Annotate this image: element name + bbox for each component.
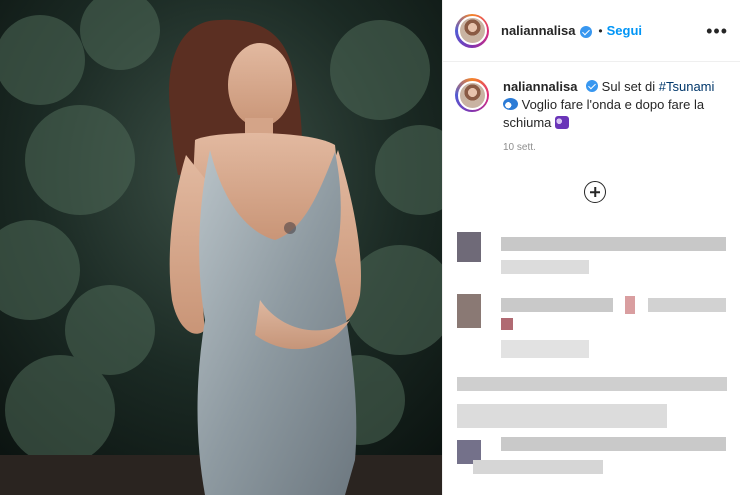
blurred-comment-line xyxy=(473,460,603,474)
blurred-comment-avatar xyxy=(457,232,481,262)
avatar-image xyxy=(457,16,487,45)
hashtag-link[interactable]: #Tsunami xyxy=(659,79,715,94)
blurred-comment-line xyxy=(501,237,726,251)
avatar[interactable] xyxy=(455,13,489,48)
blurred-comment-avatar xyxy=(457,294,481,328)
post-photo[interactable] xyxy=(0,0,442,495)
bubbles-emoji-icon xyxy=(555,116,570,129)
blurred-comment-line xyxy=(501,437,726,451)
photo-image xyxy=(0,0,442,495)
load-more-comments-icon[interactable] xyxy=(584,181,606,203)
instagram-post: naliannalisa • Segui ••• naliannalisa Su… xyxy=(0,0,740,495)
post-timestamp: 10 sett. xyxy=(503,142,536,153)
caption-verified-badge-icon xyxy=(586,80,599,92)
blurred-comment-line xyxy=(648,298,726,312)
caption-text: naliannalisa Sul set di #Tsunami Voglio … xyxy=(503,78,723,132)
verified-badge-icon xyxy=(580,25,593,38)
caption-username-link[interactable]: naliannalisa xyxy=(503,79,577,94)
follow-button[interactable]: Segui xyxy=(607,23,642,38)
caption-text-before: Sul set di xyxy=(601,79,659,94)
blurred-comment-line xyxy=(501,340,589,358)
blurred-comment-line xyxy=(501,260,589,274)
wave-emoji-icon xyxy=(503,98,518,110)
caption-row: naliannalisa Sul set di #Tsunami Voglio … xyxy=(443,62,740,132)
blurred-comment-line xyxy=(501,298,613,312)
blurred-comment-line xyxy=(457,377,727,391)
username-link[interactable]: naliannalisa xyxy=(501,23,575,38)
blurred-comment-accent xyxy=(501,318,513,330)
caption-text-after: Voglio fare l'onda e dopo fare la schium… xyxy=(503,97,705,130)
pixelated-comments xyxy=(443,222,740,495)
separator-dot: • xyxy=(598,23,603,38)
more-options-icon[interactable]: ••• xyxy=(706,22,728,40)
post-header: naliannalisa • Segui ••• xyxy=(443,0,740,62)
blurred-comment-accent xyxy=(625,296,635,314)
blurred-comment-line xyxy=(457,404,667,428)
post-sidebar: naliannalisa • Segui ••• naliannalisa Su… xyxy=(442,0,740,495)
caption-avatar-image xyxy=(457,80,487,110)
caption-avatar[interactable] xyxy=(455,78,489,112)
